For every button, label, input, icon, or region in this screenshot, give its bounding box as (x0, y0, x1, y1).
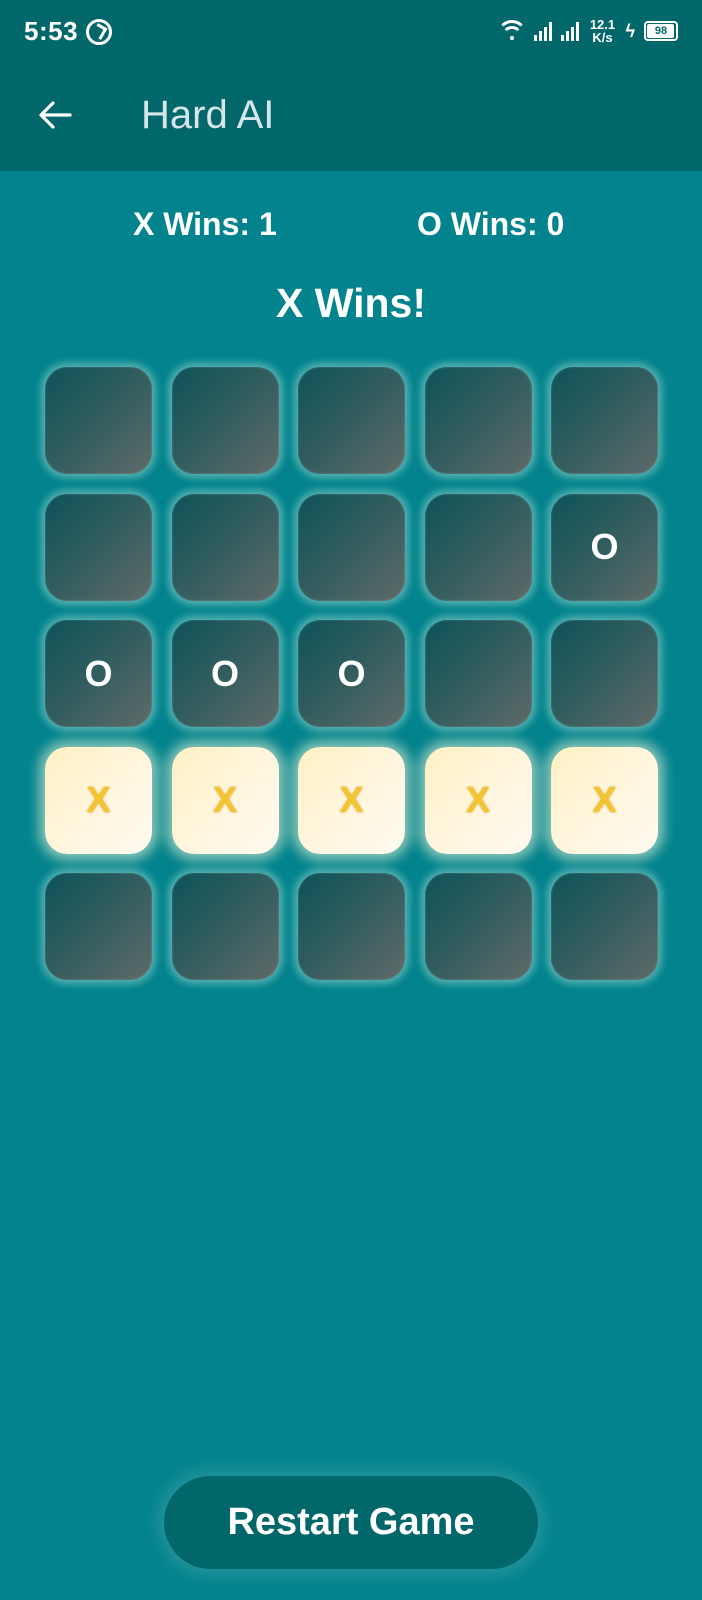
board-cell-1-4[interactable]: O (551, 493, 658, 601)
network-speed: 12.1 K/s (588, 18, 616, 44)
board-cell-4-1[interactable] (171, 873, 279, 980)
board-cell-0-1[interactable] (171, 367, 279, 474)
board-cell-4-2[interactable] (298, 873, 405, 980)
board-cell-1-1[interactable] (171, 493, 279, 601)
charging-icon: ϟ (625, 20, 635, 41)
notification-app-icon (86, 19, 112, 45)
board-cell-3-0[interactable]: X (45, 746, 152, 854)
board-cell-0-0[interactable] (45, 367, 152, 474)
game-status-message: X Wins! (276, 280, 426, 326)
board-cell-3-2[interactable]: X (298, 746, 405, 854)
battery-level: 98 (654, 25, 668, 37)
signal-icon-2 (561, 21, 580, 41)
board-cell-1-0[interactable] (45, 493, 152, 601)
board-cell-4-4[interactable] (551, 873, 658, 980)
board-cell-4-0[interactable] (45, 873, 152, 980)
board-cell-3-1[interactable]: X (171, 746, 279, 854)
status-bar: 5:53 12.1 K/s ϟ 98 (0, 0, 702, 64)
board-cell-1-3[interactable] (424, 493, 532, 601)
board-cell-2-2[interactable]: O (298, 620, 405, 727)
wifi-icon (497, 20, 528, 42)
signal-icon (534, 21, 553, 41)
speed-unit: K/s (592, 30, 613, 45)
arrow-left-icon (39, 101, 72, 129)
game-board: OOOOXXXXX (45, 367, 658, 980)
board-cell-3-3[interactable]: X (424, 746, 532, 854)
board-cell-1-2[interactable] (298, 493, 405, 601)
page-title: Hard AI (141, 93, 275, 137)
o-wins-score: O Wins: 0 (417, 206, 565, 242)
board-cell-2-0[interactable]: O (45, 620, 152, 727)
x-wins-score: X Wins: 1 (133, 206, 277, 242)
app-bar: Hard AI (0, 64, 702, 171)
status-indicators: 12.1 K/s ϟ 98 (497, 14, 678, 48)
board-cell-4-3[interactable] (424, 873, 532, 980)
status-time: 5:53 (24, 16, 79, 46)
board-cell-0-3[interactable] (424, 367, 532, 474)
board-cell-0-2[interactable] (298, 367, 405, 474)
restart-game-button[interactable]: Restart Game (164, 1476, 538, 1569)
battery-icon: 98 (644, 21, 678, 41)
board-cell-2-1[interactable]: O (171, 620, 279, 727)
board-cell-0-4[interactable] (551, 367, 658, 474)
board-cell-3-4[interactable]: X (551, 746, 658, 854)
back-button[interactable] (30, 90, 80, 140)
board-cell-2-3[interactable] (424, 620, 532, 727)
board-cell-2-4[interactable] (551, 620, 658, 727)
